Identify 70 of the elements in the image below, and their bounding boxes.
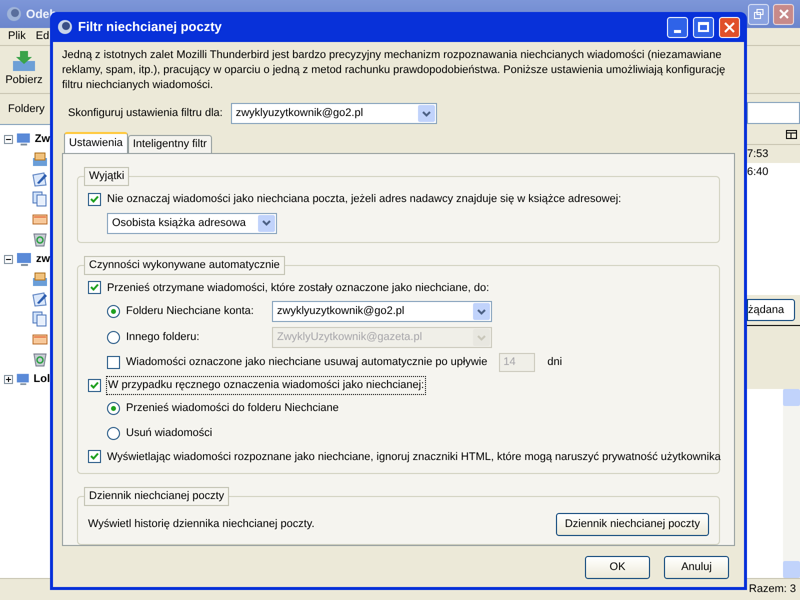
column-picker-icon[interactable] bbox=[786, 130, 797, 141]
dialog-button[interactable]: Dziennik niechcianej poczty bbox=[556, 513, 709, 536]
dialog-title: Filtr niechcianej poczty bbox=[78, 18, 223, 36]
documents-icon bbox=[32, 191, 48, 207]
option-label: Folderu Niechciane konta: bbox=[126, 304, 255, 320]
download-tray-icon bbox=[11, 50, 37, 72]
account-label[interactable]: Lol bbox=[34, 370, 50, 388]
description-text: Jedną z istotnych zalet Mozilli Thunderbird jest bardzo precyzyjny mechanizm rozpoznawania niechcianych wiadomości (niezamawiane reklamy, spam, itp.), pracujący w oparciu o jedną z metod rachunku prawdopodobieństwa. Poniższe ustawienia umożliwiają konfigurację filtru niechcianych wiadomości. bbox=[62, 48, 726, 93]
tab[interactable]: Ustawienia bbox=[64, 132, 128, 153]
computer-icon bbox=[16, 371, 30, 387]
option-label: Innego folderu: bbox=[126, 330, 200, 346]
junk-button[interactable]: żądana bbox=[747, 299, 795, 321]
menu-item[interactable]: Plik bbox=[8, 28, 26, 45]
message-time: 7:53 bbox=[747, 145, 800, 163]
group-title: Wyjątki bbox=[84, 167, 130, 186]
computer-icon bbox=[16, 131, 32, 147]
close-icon bbox=[778, 9, 788, 19]
checkbox[interactable] bbox=[88, 192, 101, 206]
radio-button[interactable] bbox=[107, 305, 120, 318]
maximize-button[interactable] bbox=[693, 16, 714, 38]
trash-icon bbox=[32, 231, 48, 247]
option-label: Usuń wiadomości bbox=[126, 426, 212, 442]
collapse-icon[interactable] bbox=[4, 254, 13, 264]
close-icon bbox=[724, 22, 735, 32]
radio-button[interactable] bbox=[107, 427, 120, 440]
account-label[interactable]: zw bbox=[36, 250, 50, 268]
dropdown[interactable]: Osobista książka adresowa bbox=[107, 212, 277, 234]
checkbox[interactable] bbox=[88, 450, 101, 464]
account-label: Skonfiguruj ustawienia filtru dla: bbox=[68, 106, 223, 122]
dropdown[interactable]: zwyklyuzytkownik@go2.pl bbox=[272, 301, 492, 322]
collapse-icon[interactable] bbox=[4, 134, 13, 144]
group-title: Czynności wykonywane automatycznie bbox=[84, 256, 285, 274]
dialog-button[interactable]: OK bbox=[585, 556, 650, 579]
option-label: Przenieś otrzymane wiadomości, które zostały oznaczone jako niechciane, do: bbox=[107, 280, 490, 296]
minimize-button[interactable] bbox=[667, 16, 688, 38]
log-description: Wyświetl historię dziennika niechcianej poczty. bbox=[88, 517, 315, 532]
days-unit: dni bbox=[547, 355, 562, 370]
option-label: Wyświetlając wiadomości rozpoznane jako niechciane, ignoruj znaczniki HTML, które mogą naruszyć prywatność użytkownika bbox=[107, 450, 721, 464]
envelope-tray-icon bbox=[32, 271, 48, 287]
radio-button[interactable] bbox=[107, 402, 120, 415]
folders-label: Foldery bbox=[8, 102, 45, 117]
option-label: Wiadomości oznaczone jako niechciane usuwaj automatycznie po upływie bbox=[126, 355, 488, 370]
restore-icon bbox=[754, 9, 764, 19]
group-title: Dziennik niechcianej poczty bbox=[84, 487, 230, 506]
dialog-button[interactable]: Anuluj bbox=[664, 556, 729, 579]
pencil-note-icon bbox=[32, 291, 48, 307]
app-logo-icon bbox=[6, 6, 22, 22]
app-logo-icon bbox=[57, 19, 73, 35]
scrollbar[interactable] bbox=[783, 389, 800, 578]
close-button[interactable] bbox=[719, 16, 740, 38]
checkbox[interactable] bbox=[88, 281, 101, 294]
tab[interactable]: Inteligentny filtr bbox=[128, 135, 212, 153]
documents-icon bbox=[32, 311, 48, 327]
checkbox[interactable] bbox=[88, 378, 101, 392]
option-label: Nie oznaczaj wiadomości jako niechciana poczta, jeżeli adres nadawcy znajduje się w książce adresowej: bbox=[107, 192, 622, 207]
get-mail-button[interactable]: Pobierz bbox=[4, 50, 44, 89]
computer-icon bbox=[16, 251, 33, 267]
pencil-note-icon bbox=[32, 171, 48, 187]
search-field[interactable] bbox=[747, 102, 800, 124]
option-label: Przenieś wiadomości do folderu Niechciane bbox=[126, 401, 339, 416]
message-time: 6:40 bbox=[747, 165, 770, 180]
account-label[interactable]: Zw bbox=[34, 130, 50, 148]
option-label: W przypadku ręcznego oznaczenia wiadomości jako niechcianej: bbox=[107, 377, 426, 394]
status-text: Razem: 3 bbox=[748, 582, 796, 598]
expand-icon[interactable] bbox=[4, 374, 13, 384]
envelope-tray-icon bbox=[32, 151, 48, 167]
menu-item[interactable]: Ed bbox=[36, 28, 50, 45]
dropdown[interactable]: zwyklyuzytkownik@go2.pl bbox=[230, 103, 437, 124]
restore-button[interactable] bbox=[748, 4, 769, 24]
trash-icon bbox=[32, 351, 48, 367]
